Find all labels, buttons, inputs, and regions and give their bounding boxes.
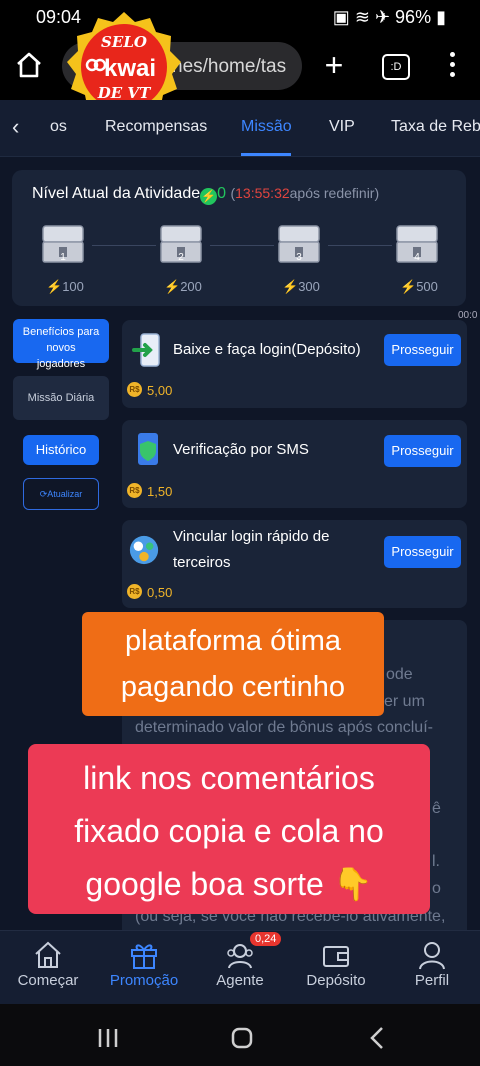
activity-title: Nível Atual da Atividade [32,185,201,202]
nav-promotion[interactable]: Promoção [99,940,189,989]
battery-percent: 96% [395,7,432,27]
tab-rebate[interactable]: Taxa de Reba [391,118,480,136]
description-fragment: er um [384,693,425,710]
proceed-button[interactable]: Prosseguir [384,435,461,467]
nav-deposit[interactable]: Depósito [291,940,381,989]
activity-title-row: Nível Atual da Atividade⚡0 (13:55:32após… [32,185,380,205]
coin-icon: R$ [127,382,142,397]
caption-text-orange: plataforma ótima pagando certinho [120,625,346,703]
chest-points: ⚡500 [400,279,438,294]
home-icon[interactable] [14,50,44,80]
progress-connector [328,245,392,246]
recent-apps-icon[interactable] [97,1027,119,1049]
bolt-icon: ⚡ [200,188,218,205]
wallet-icon [323,946,349,967]
treasure-chest[interactable]: 1 ⚡100 [40,222,86,295]
task-title: Vincular login rápido de [173,528,330,545]
task-title-cont: terceiros [173,554,231,571]
airplane-icon: ✈ [374,7,391,27]
active-tab-indicator [241,153,291,156]
nav-agent[interactable]: Agente [195,940,285,989]
battery-icon: ▮ [436,7,446,27]
task-title: Baixe e faça login(Depósito) [173,341,361,358]
phone-login-icon [132,333,160,367]
status-icons: ▣ ≋ ✈ 96% ▮ [333,7,446,28]
tab-mission[interactable]: Missão [241,118,292,136]
task-reward: 1,50 [147,484,173,499]
description-fragment: ê [432,800,441,817]
activity-points: 0 [217,185,227,202]
svg-text:SELO: SELO [101,33,147,51]
coin-icon: R$ [127,483,142,498]
progress-connector [92,245,156,246]
notification-icon: ▣ [332,7,350,27]
chest-icon: 3 [278,225,320,263]
home-icon [35,941,61,968]
new-tab-icon[interactable]: + [318,49,350,82]
task-reward: 0,50 [147,585,173,600]
agent-icon [227,944,253,969]
task-reward: 5,00 [147,383,173,398]
daily-mission-button[interactable]: Missão Diária [13,376,109,420]
more-menu-icon[interactable] [446,52,458,80]
refresh-button[interactable]: ⟳Atualizar [23,478,99,510]
back-icon[interactable] [368,1026,386,1050]
reset-timer: 13:55:32 [235,185,290,201]
phone-shield-icon [138,433,158,465]
home-button-icon[interactable] [230,1026,254,1050]
new-players-benefits-button[interactable]: Benefícios para novos jogadores [13,319,109,370]
chest-number: 1 [60,252,66,263]
proceed-button[interactable]: Prosseguir [384,536,461,568]
chest-number: 2 [178,252,184,263]
nav-start[interactable]: Começar [3,940,93,989]
description-fragment: o [432,880,441,897]
chest-points: ⚡300 [282,279,320,294]
agent-balance-badge: 0,24 [250,932,282,946]
wifi-icon: ≋ [354,7,370,27]
chevron-left-icon[interactable]: ‹ [12,114,19,140]
chest-points: ⚡200 [164,279,202,294]
treasure-chest[interactable]: 4 ⚡500 [394,222,440,295]
history-button[interactable]: Histórico [23,435,99,465]
url-text[interactable]: nes/home/tas [172,56,296,78]
chest-icon: 4 [396,225,438,263]
bolt-icon: ⚡ [282,279,299,294]
tab-vip[interactable]: VIP [329,118,355,136]
chest-number: 3 [296,252,302,263]
description-line: determinado valor de bônus após concluí- [135,719,433,736]
treasure-chest[interactable]: 3 ⚡300 [276,222,322,295]
chest-icon: 2 [160,225,202,263]
treasure-chest[interactable]: 2 ⚡200 [158,222,204,295]
coin-icon: R$ [127,584,142,599]
bolt-icon: ⚡ [164,279,181,294]
reset-suffix: após redefinir [289,185,375,201]
bolt-icon: ⚡ [400,279,417,294]
gift-icon [131,944,157,969]
proceed-button[interactable]: Prosseguir [384,334,461,366]
caption-text-red: link nos comentários fixado copia e cola… [74,760,384,902]
progress-connector [210,245,274,246]
chest-icon: 1 [42,225,84,263]
tab-partial[interactable]: os [50,118,67,136]
task-title: Verificação por SMS [173,441,309,458]
profile-icon [419,942,445,970]
description-fragment: ode [386,666,413,683]
tab-switcher-button[interactable]: :D [382,54,410,80]
svg-text:kwai: kwai [104,55,156,82]
tab-rewards[interactable]: Recompensas [105,118,207,136]
social-link-icon [129,535,159,565]
nav-profile[interactable]: Perfil [387,940,477,989]
chest-number: 4 [414,252,420,263]
description-fragment: l. [432,853,440,870]
chest-points: ⚡100 [46,279,84,294]
bolt-icon: ⚡ [46,279,63,294]
